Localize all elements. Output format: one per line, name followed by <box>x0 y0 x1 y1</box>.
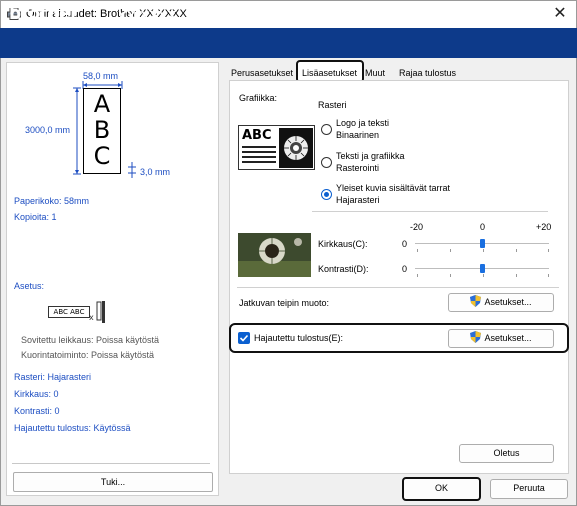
contrast-value: 0 <box>402 264 408 274</box>
margin-label: 3,0 mm <box>140 167 171 177</box>
divider <box>237 287 559 288</box>
support-button[interactable]: Tuki... <box>13 472 213 492</box>
graphics-label: Grafiikka: <box>239 93 278 103</box>
radio-general-images[interactable] <box>321 189 332 200</box>
option-text-graphics-sub: Rasterointi <box>336 163 380 173</box>
slider-tick <box>548 274 549 277</box>
distributed-settings-button[interactable]: Asetukset... <box>448 329 554 348</box>
slider-tick <box>483 249 484 252</box>
tape-format-settings-button[interactable]: Asetukset... <box>448 293 554 312</box>
slider-tick <box>548 249 549 252</box>
option-logo-text: Logo ja teksti <box>336 118 390 128</box>
slider-tick <box>450 249 451 252</box>
radio-text-graphics[interactable] <box>321 157 332 168</box>
tape-format-label: Jatkuvan teipin muoto: <box>239 298 330 308</box>
graphics-sample: ABC <box>238 125 315 170</box>
divider <box>12 463 210 464</box>
setting-image: ABC ABC <box>48 306 90 318</box>
defaults-button[interactable]: Oletus <box>459 444 554 463</box>
slider-tick <box>516 274 517 277</box>
distributed-label[interactable]: Hajautettu tulostus(E): <box>254 333 343 343</box>
sunflower-photo-icon <box>238 233 311 277</box>
brightness-label: Kirkkaus(C): <box>318 239 368 249</box>
brightness-status: Kirkkaus: 0 <box>14 389 59 399</box>
scale-max: +20 <box>536 222 552 232</box>
sunflower-bw-icon <box>279 128 313 168</box>
option-logo-text-sub: Binaarinen <box>336 130 380 140</box>
slider-tick <box>450 274 451 277</box>
slider-tick <box>483 274 484 277</box>
distributed-checkbox[interactable] <box>238 332 250 344</box>
brightness-slider-thumb[interactable] <box>480 239 485 248</box>
option-general-images-sub: Hajarasteri <box>336 195 380 205</box>
slider-tick <box>516 249 517 252</box>
brightness-value: 0 <box>402 239 408 249</box>
tab-crop-print[interactable]: Rajaa tulostus <box>396 66 459 81</box>
contrast-label: Kontrasti(D): <box>318 264 369 274</box>
ok-button[interactable]: OK <box>405 480 478 498</box>
tab-other[interactable]: Muut <box>362 66 388 81</box>
graphics-sample-text: ABC <box>242 128 272 143</box>
overwrite-status: Kuorintatoiminto: Poissa käytöstä <box>21 350 155 360</box>
cut-mark-icon: x <box>89 301 105 323</box>
svg-text:x: x <box>89 313 94 322</box>
label-preview: A B C <box>83 88 121 174</box>
margin-dimension-icon <box>128 162 136 178</box>
tab-advanced[interactable]: Lisäasetukset <box>299 66 360 81</box>
copies: Kopioita: 1 <box>14 212 57 222</box>
distributed-status: Hajautettu tulostus: Käytössä <box>14 423 131 433</box>
raster-status: Rasteri: Hajarasteri <box>14 372 92 382</box>
shield-icon <box>470 295 482 307</box>
contrast-slider-thumb[interactable] <box>480 264 485 273</box>
paper-size: Paperikoko: 58mm <box>14 196 90 206</box>
width-label: 58,0 mm <box>83 71 119 81</box>
preview-letter: A <box>93 90 111 118</box>
graphics-mode: Rasteri <box>318 100 347 110</box>
length-label: 3000,0 mm <box>25 125 71 135</box>
brand-logo: brother <box>9 4 78 24</box>
shield-icon <box>470 331 482 343</box>
tab-basic[interactable]: Perusasetukset <box>228 66 296 81</box>
length-dimension-icon <box>73 87 81 175</box>
contrast-status: Kontrasti: 0 <box>14 406 60 416</box>
tape-format-settings-label: Asetukset... <box>484 297 532 307</box>
brand-bar <box>0 28 577 58</box>
scale-min: -20 <box>410 222 424 232</box>
text-lines-icon <box>242 146 276 163</box>
preview-letter: B <box>93 116 111 144</box>
option-text-graphics: Teksti ja grafiikka <box>336 151 405 161</box>
option-general-images: Yleiset kuvia sisältävät tarrat <box>336 183 451 193</box>
slider-tick <box>417 274 418 277</box>
checkmark-icon <box>239 334 249 342</box>
divider <box>312 211 548 212</box>
cancel-button[interactable]: Peruuta <box>490 479 568 499</box>
distributed-settings-label: Asetukset... <box>484 333 532 343</box>
setting-title: Asetus: <box>14 281 45 291</box>
radio-logo-text[interactable] <box>321 124 332 135</box>
close-button[interactable]: ✕ <box>548 3 572 25</box>
model-name: XX-XXXX <box>118 8 177 23</box>
scale-mid: 0 <box>480 222 486 232</box>
preview-letter: C <box>93 142 111 170</box>
auto-cut-status: Sovitettu leikkaus: Poissa käytöstä <box>21 335 160 345</box>
slider-tick <box>417 249 418 252</box>
